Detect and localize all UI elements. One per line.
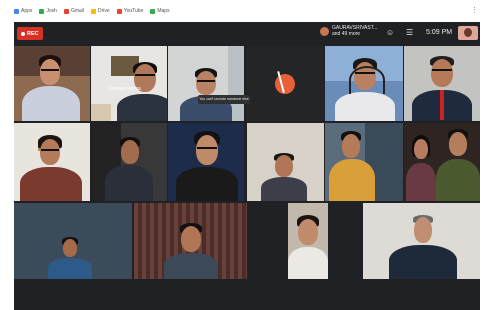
meeting-window: REC GAURAVSRIVAST... and 49 more ☺ ☰ 5:0… bbox=[14, 22, 480, 310]
self-face bbox=[464, 28, 472, 37]
presenter-more: and 49 more bbox=[332, 31, 361, 37]
bookmark-label: Drive bbox=[98, 8, 110, 14]
apps-icon bbox=[14, 8, 19, 14]
video-tile[interactable] bbox=[325, 123, 403, 201]
bookmark-label: Gmail bbox=[70, 8, 85, 14]
people-icon[interactable]: ☺ bbox=[386, 28, 394, 37]
chat-icon[interactable]: ☰ bbox=[406, 28, 413, 37]
video-tile[interactable] bbox=[168, 46, 244, 121]
clock-time: 5:09 PM bbox=[426, 29, 453, 36]
bookmark-gmail[interactable]: Gmail bbox=[63, 8, 85, 14]
video-tile[interactable] bbox=[325, 46, 403, 121]
bookmark-youtube[interactable]: YouTube bbox=[116, 8, 144, 14]
bookmark-label: Apps bbox=[21, 8, 33, 14]
self-view-tile[interactable] bbox=[458, 26, 478, 40]
recording-badge: REC bbox=[17, 27, 43, 40]
youtube-icon bbox=[116, 8, 122, 14]
video-tile[interactable] bbox=[404, 123, 480, 201]
record-dot-icon bbox=[21, 31, 25, 36]
avatar bbox=[320, 26, 329, 36]
video-tile[interactable] bbox=[14, 203, 132, 279]
meeting-topbar: REC GAURAVSRIVAST... and 49 more ☺ ☰ 5:0… bbox=[14, 22, 480, 46]
participant-name: Chetna Verma bbox=[109, 86, 141, 92]
video-tile[interactable] bbox=[14, 46, 90, 121]
video-tile[interactable] bbox=[91, 123, 167, 201]
video-tile[interactable] bbox=[14, 123, 90, 201]
gmail-icon bbox=[63, 8, 69, 14]
video-tile[interactable] bbox=[134, 203, 247, 279]
video-tile[interactable] bbox=[247, 123, 324, 201]
bookmarks-bar: Apps Josh Gmail Drive YouTube Maps ⋮ bbox=[0, 0, 488, 22]
maps-icon bbox=[150, 8, 156, 14]
video-tile[interactable] bbox=[247, 46, 324, 121]
bookmark-josh[interactable]: Josh bbox=[39, 8, 57, 14]
bookmark-label: Maps bbox=[157, 8, 170, 14]
presenter-text: GAURAVSRIVAST... and 49 more bbox=[332, 25, 377, 37]
more-menu-icon[interactable]: ⋮ bbox=[471, 6, 478, 14]
recording-label: REC bbox=[27, 30, 39, 37]
caption-toast: You can't unmute someone else bbox=[198, 95, 250, 104]
video-tile[interactable] bbox=[168, 123, 244, 201]
bookmark-label: YouTube bbox=[123, 8, 144, 14]
drive-icon bbox=[91, 8, 97, 14]
video-tile[interactable] bbox=[404, 46, 480, 121]
video-tile[interactable] bbox=[363, 203, 480, 279]
presenter-chip[interactable]: GAURAVSRIVAST... and 49 more bbox=[320, 25, 377, 37]
video-tile[interactable] bbox=[288, 203, 328, 279]
bookmark-label: Josh bbox=[46, 8, 57, 14]
bookmark-maps[interactable]: Maps bbox=[150, 8, 170, 14]
video-tile[interactable] bbox=[91, 46, 167, 121]
bookmark-apps[interactable]: Apps bbox=[14, 8, 32, 14]
bookmark-drive[interactable]: Drive bbox=[91, 8, 110, 14]
globe-icon bbox=[39, 8, 45, 14]
